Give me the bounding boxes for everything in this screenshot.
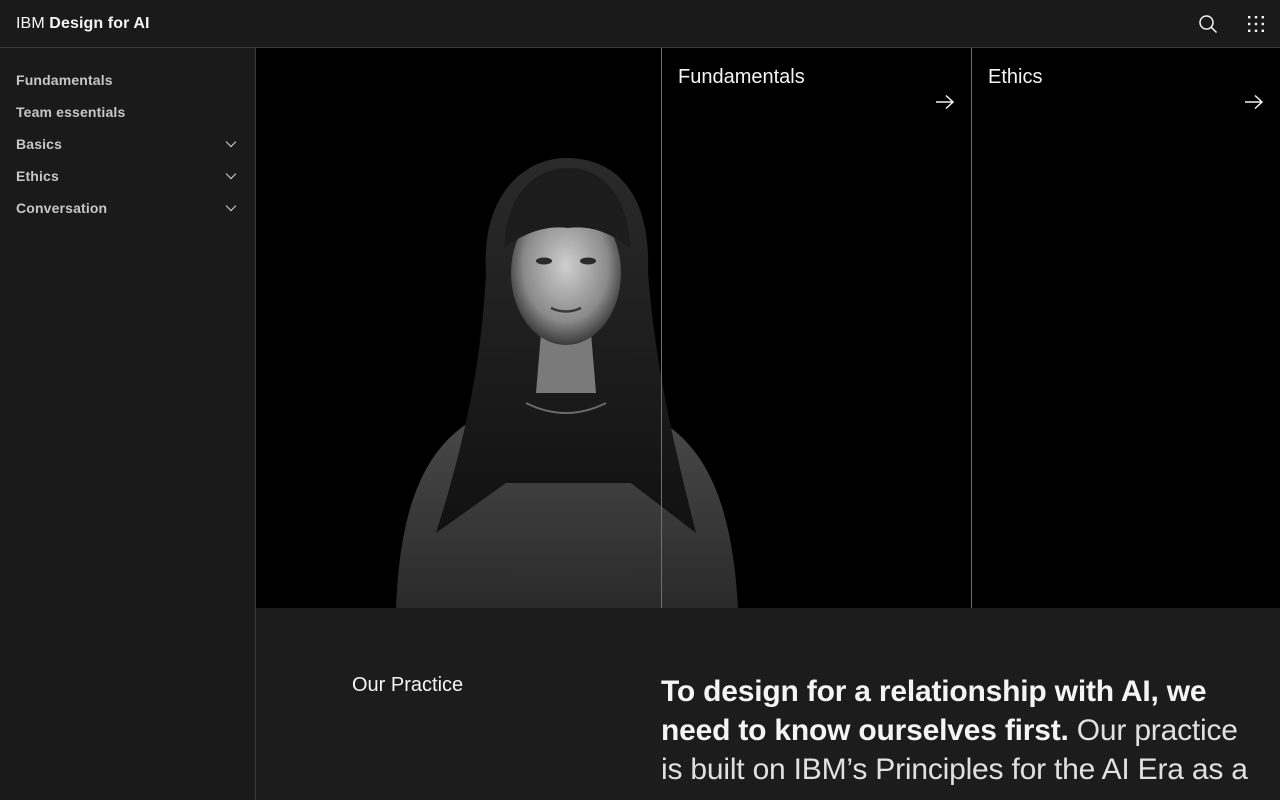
sidebar-item-label: Ethics [16, 168, 59, 184]
sidebar-item-ethics[interactable]: Ethics [0, 160, 255, 192]
practice-statement: To design for a relationship with AI, we… [661, 672, 1251, 789]
app-switcher-button[interactable] [1232, 0, 1280, 48]
top-header: IBM Design for AI [0, 0, 1280, 48]
brand-prefix: IBM [16, 14, 45, 32]
chevron-down-icon [223, 200, 239, 216]
tile-title: Fundamentals [678, 66, 805, 88]
hero-section: Fundamentals Ethics [256, 48, 1280, 608]
sidebar-item-label: Fundamentals [16, 72, 113, 88]
tile-title: Ethics [988, 66, 1043, 88]
brand-name: Design for AI [49, 14, 150, 32]
arrow-right-icon [1245, 94, 1264, 110]
sidebar-item-label: Basics [16, 136, 63, 152]
sidebar-item-label: Team essentials [16, 104, 126, 120]
tile-fundamentals[interactable]: Fundamentals [661, 48, 971, 608]
sidebar-item-basics[interactable]: Basics [0, 128, 255, 160]
practice-section: Our Practice To design for a relationshi… [256, 608, 1280, 800]
app-switcher-icon [1248, 16, 1264, 32]
side-navigation: Fundamentals Team essentials Basics Ethi… [0, 48, 256, 800]
sidebar-item-conversation[interactable]: Conversation [0, 192, 255, 224]
sidebar-item-fundamentals[interactable]: Fundamentals [0, 64, 255, 96]
sidebar-item-label: Conversation [16, 200, 108, 216]
arrow-right-icon [936, 94, 955, 110]
tile-ethics[interactable]: Ethics [971, 48, 1280, 608]
sidebar-item-team-essentials[interactable]: Team essentials [0, 96, 255, 128]
header-actions [1184, 0, 1280, 48]
search-button[interactable] [1184, 0, 1232, 48]
search-icon [1199, 15, 1218, 34]
section-label: Our Practice [352, 674, 464, 696]
chevron-down-icon [223, 136, 239, 152]
chevron-down-icon [223, 168, 239, 184]
brand-logo[interactable]: IBM Design for AI [16, 15, 150, 33]
